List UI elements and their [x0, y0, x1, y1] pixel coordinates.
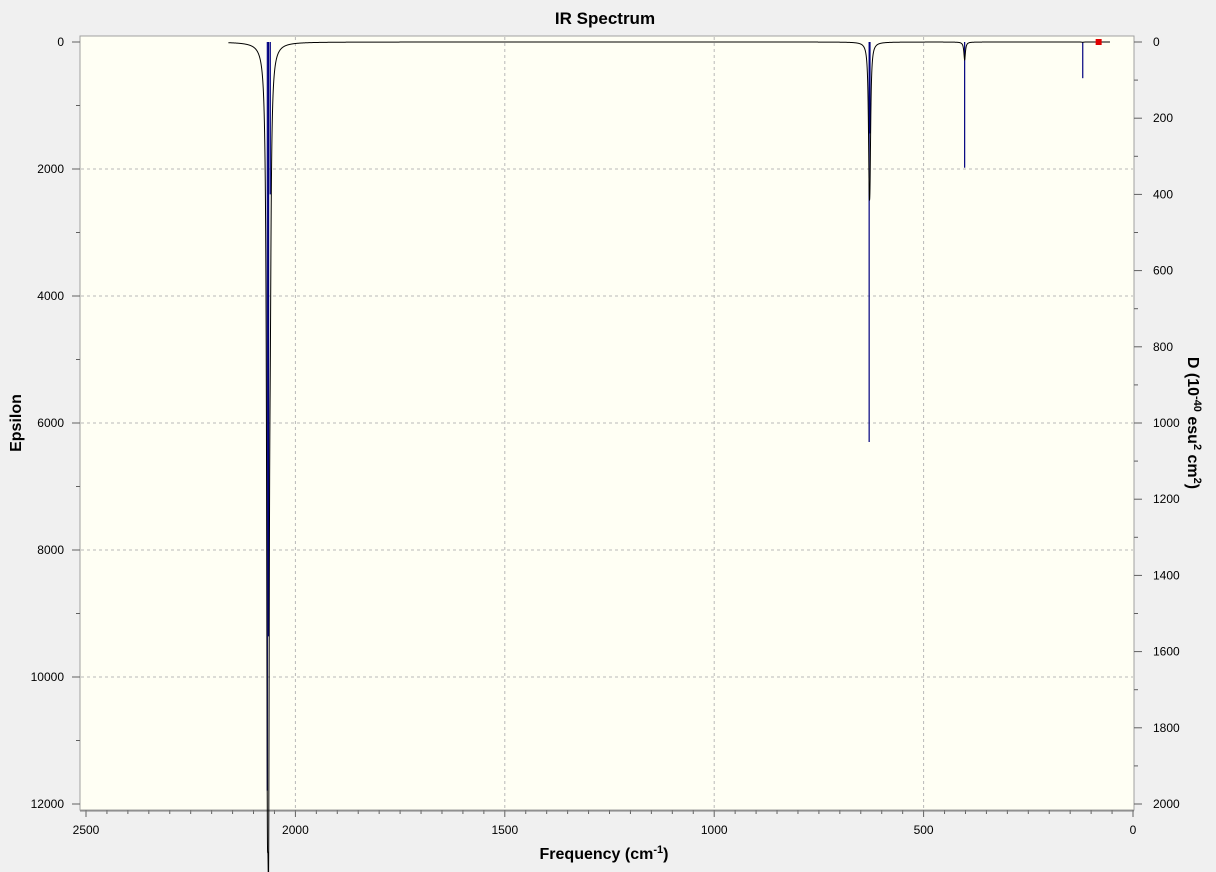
x-tick-label: 2000	[282, 823, 309, 837]
y-right-tick-label: 1200	[1153, 492, 1180, 506]
x-tick-label: 0	[1130, 823, 1137, 837]
y-left-tick-label: 2000	[37, 162, 64, 176]
y-right-tick-label: 800	[1153, 340, 1173, 354]
x-tick-label: 1000	[701, 823, 728, 837]
chart-canvas: 2500 2000 1500 1000 500 002000400060008000100…	[8, 9, 1203, 872]
y-right-title-part2: esu	[1184, 412, 1201, 444]
y-left-tick-label: 12000	[31, 797, 65, 811]
y-left-tick-label: 4000	[37, 289, 64, 303]
y-right-tick-label: 600	[1153, 264, 1173, 278]
y-right-tick-label: 200	[1153, 111, 1173, 125]
y-left-tick-label: 0	[57, 35, 64, 49]
y-right-tick-label: 0	[1153, 35, 1160, 49]
x-tick-label: 2500	[73, 823, 100, 837]
y-right-axis-title: D (10-40 esu2 cm2)	[1184, 357, 1203, 489]
scale-marker	[1095, 39, 1102, 45]
marker-layer	[1095, 39, 1102, 45]
chart-title: IR Spectrum	[555, 9, 655, 28]
y-right-tick-label: 400	[1153, 187, 1173, 201]
y-right-tick-label: 1600	[1153, 645, 1180, 659]
x-axis-title-base: Frequency (cm	[540, 846, 654, 863]
y-right-tick-label: 2000	[1153, 797, 1180, 811]
y-right-tick-label: 1400	[1153, 568, 1180, 582]
y-left-axis-title: Epsilon	[8, 394, 25, 452]
y-right-title-sup1: -40	[1191, 396, 1203, 412]
x-axis-title: Frequency (cm-1)	[540, 844, 669, 863]
x-axis-title-sup: -1	[653, 844, 663, 856]
y-right-title-part1: D (10	[1184, 357, 1201, 396]
x-axis-title-close: )	[663, 846, 668, 863]
y-right-title-part4: )	[1184, 484, 1201, 489]
x-tick-label: 500	[914, 823, 934, 837]
x-tick-label: 1500	[491, 823, 518, 837]
y-left-tick-label: 10000	[31, 670, 65, 684]
ir-spectrum-chart: 2500 2000 1500 1000 500 0 0 2000 4000 6000 8000 100…	[0, 0, 1216, 872]
y-left-tick-label: 6000	[37, 416, 64, 430]
y-right-tick-label: 1000	[1153, 416, 1180, 430]
y-left-tick-label: 8000	[37, 543, 64, 557]
y-right-tick-label: 1800	[1153, 721, 1180, 735]
y-right-title-part3: cm	[1184, 450, 1201, 478]
